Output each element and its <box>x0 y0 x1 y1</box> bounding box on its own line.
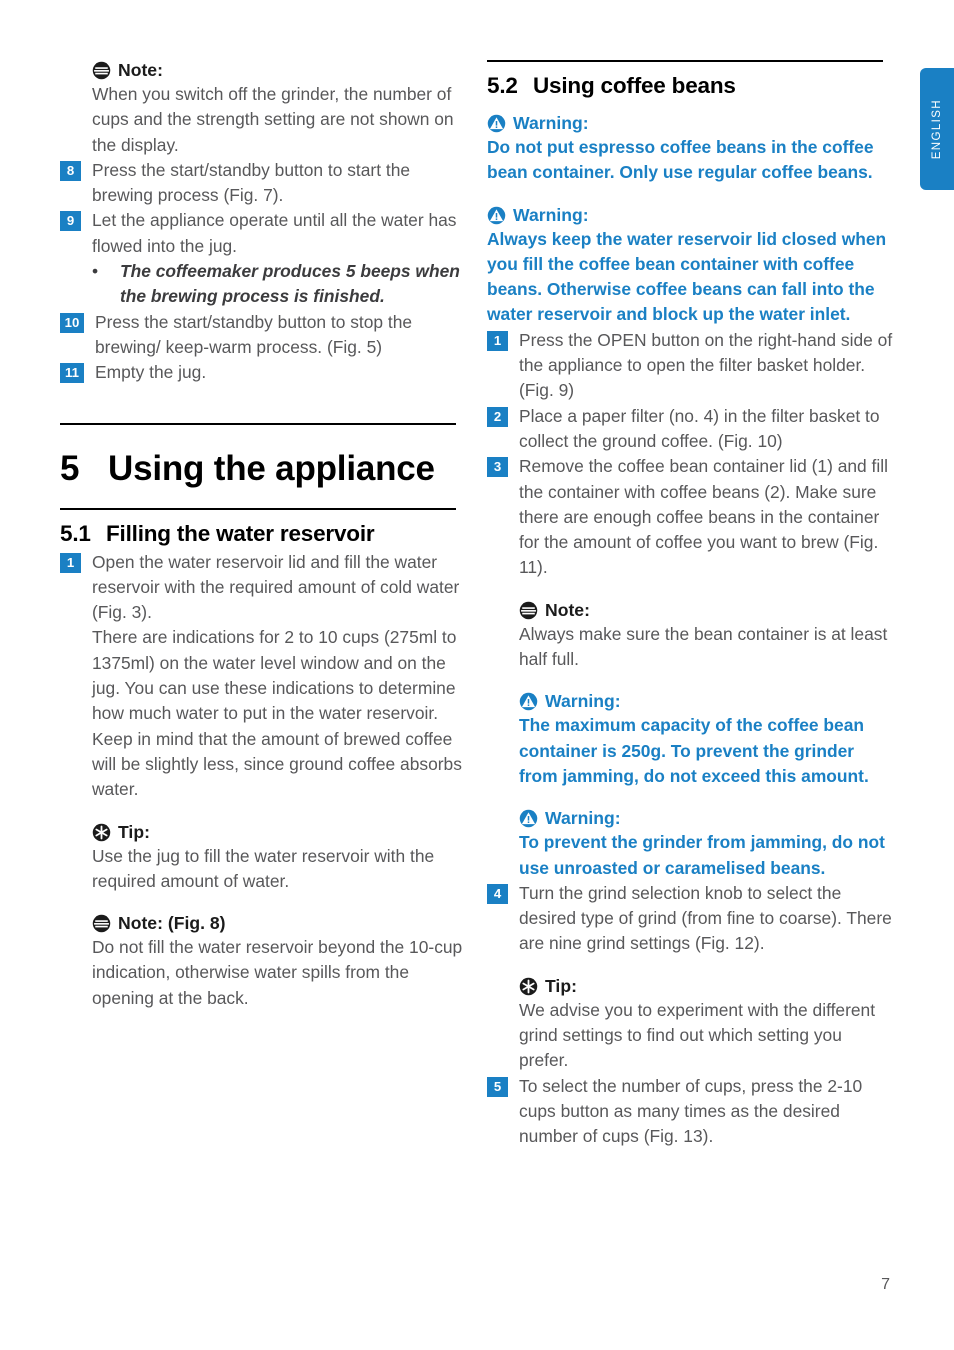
section-heading: 5.1 Filling the water reservoir <box>60 521 468 547</box>
section-title: Using coffee beans <box>533 73 736 98</box>
tip-callout-label: Tip: <box>545 975 577 996</box>
note-callout-label: Note: <box>118 60 163 80</box>
step-item: 2 Place a paper filter (no. 4) in the fi… <box>487 404 895 455</box>
step-text: Press the start/standby button to stop t… <box>95 311 413 357</box>
tip-callout-text: We advise you to experiment with the dif… <box>519 999 876 1071</box>
warning-callout-label: Warning: <box>513 113 589 133</box>
step-text: Press the start/standby button to start … <box>92 159 411 206</box>
note-callout-text: Do not fill the water reservoir beyond t… <box>92 937 463 1008</box>
step-item: 8 Press the start/standby button to star… <box>60 158 468 209</box>
chapter-number: 5 <box>60 448 80 488</box>
step-badge: 8 <box>60 160 81 181</box>
step-text: Let the appliance operate until all the … <box>92 210 457 256</box>
section-rule <box>487 60 883 62</box>
step-item: 4 Turn the grind selection knob to selec… <box>487 881 895 957</box>
warning-callout-3: Warning: The maximum capacity of the cof… <box>519 691 895 789</box>
chapter-title: Using the appliance <box>108 448 435 488</box>
step-item: 10 Press the start/standby button to sto… <box>60 310 468 361</box>
note-icon <box>92 914 111 933</box>
warning-callout-head: Warning: <box>487 205 895 226</box>
step-text: Remove the coffee bean container lid (1)… <box>519 456 888 578</box>
step-badge: 1 <box>60 552 81 573</box>
step-badge: 1 <box>487 330 508 351</box>
bullet-item: • The coffeemaker produces 5 beeps when … <box>92 259 468 310</box>
step-badge: 4 <box>487 883 508 904</box>
warning-icon <box>519 693 538 711</box>
step-text: Empty the jug. <box>95 362 207 383</box>
note-icon <box>92 61 111 80</box>
tip-callout-head: Tip: <box>519 976 895 997</box>
section-title: Filling the water reservoir <box>106 520 375 546</box>
warning-callout-4: Warning: To prevent the grinder from jam… <box>519 808 895 881</box>
language-tab: ENGLISH <box>920 68 954 190</box>
warning-callout-head: Warning: <box>487 113 895 134</box>
tip-callout-text: Use the jug to fill the water reservoir … <box>92 845 435 891</box>
right-column: 5.2 Using coffee beans Warning: Do not p… <box>487 60 895 1150</box>
bullet-text: The coffeemaker produces 5 beeps when th… <box>120 261 460 307</box>
note-callout-bottom: Note: (Fig. 8) Do not fill the water res… <box>92 913 468 1011</box>
warning-callout-text: Do not put espresso coffee beans in the … <box>487 137 874 183</box>
step-text: Turn the grind selection knob to select … <box>519 882 892 954</box>
step-text: To select the number of cups, press the … <box>519 1075 863 1147</box>
left-column: Note: When you switch off the grinder, t… <box>60 60 468 1011</box>
step-text: Open the water reservoir lid and fill th… <box>92 551 460 623</box>
step-item: 3 Remove the coffee bean container lid (… <box>487 454 895 580</box>
warning-icon <box>487 206 506 224</box>
warning-icon <box>519 809 538 828</box>
step-badge: 3 <box>487 457 508 478</box>
warning-callout-label: Warning: <box>545 691 621 712</box>
step-badge: 9 <box>60 211 81 232</box>
note-callout-text: Always make sure the bean container is a… <box>519 623 888 670</box>
section-heading: 5.2 Using coffee beans <box>487 73 895 99</box>
document-page: ENGLISH Note: When you switch off the gr… <box>0 0 954 1350</box>
step-text: Press the OPEN button on the right-hand … <box>519 329 893 401</box>
chapter-rule <box>60 422 456 425</box>
section-number: 5.2 <box>487 73 518 98</box>
section-paragraph: There are indications for 2 to 10 cups (… <box>92 627 462 800</box>
warning-callout-1: Warning: Do not put espresso coffee bean… <box>487 113 895 186</box>
chapter-heading: 5 Using the appliance <box>60 449 468 489</box>
tip-callout-head: Tip: <box>92 822 468 843</box>
tip-icon <box>92 823 111 841</box>
step-badge: 5 <box>487 1076 508 1097</box>
tip-callout: Tip: Use the jug to fill the water reser… <box>92 822 468 895</box>
language-tab-label: ENGLISH <box>931 98 943 160</box>
note-callout-head: Note: (Fig. 8) <box>92 913 468 934</box>
note-callout-text: When you switch off the grinder, the num… <box>92 84 454 155</box>
step-badge: 11 <box>60 363 84 384</box>
tip-callout: Tip: We advise you to experiment with th… <box>519 976 895 1074</box>
note-callout-head: Note: <box>519 600 895 621</box>
step-item: 11 Empty the jug. <box>60 360 468 385</box>
warning-callout-head: Warning: <box>519 808 895 829</box>
warning-callout-label: Warning: <box>513 204 589 225</box>
step-badge: 2 <box>487 406 508 427</box>
warning-callout-label: Warning: <box>545 808 621 829</box>
tip-icon <box>519 977 538 995</box>
warning-callout-text: Always keep the water reservoir lid clos… <box>487 228 887 325</box>
note-icon <box>519 601 538 619</box>
step-text: Place a paper filter (no. 4) in the filt… <box>519 405 880 451</box>
note-callout-head: Note: <box>92 60 468 81</box>
section-rule <box>60 507 456 510</box>
page-number: 7 <box>881 1276 890 1293</box>
step-item: 9 Let the appliance operate until all th… <box>60 208 468 259</box>
tip-callout-label: Tip: <box>118 821 150 842</box>
warning-callout-text: To prevent the grinder from jamming, do … <box>519 832 885 878</box>
step-item: 1 Press the OPEN button on the right-han… <box>487 328 895 404</box>
note-callout-label: Note: (Fig. 8) <box>118 913 226 934</box>
warning-callout-text: The maximum capacity of the coffee bean … <box>519 715 869 786</box>
step-item: 5 To select the number of cups, press th… <box>487 1074 895 1150</box>
warning-callout-2: Warning: Always keep the water reservoir… <box>487 205 895 328</box>
step-badge: 10 <box>60 312 84 333</box>
note-callout-top: Note: When you switch off the grinder, t… <box>92 60 468 158</box>
note-callout: Note: Always make sure the bean containe… <box>519 600 895 673</box>
warning-callout-head: Warning: <box>519 691 895 712</box>
step-item: 1 Open the water reservoir lid and fill … <box>60 550 468 626</box>
section-number: 5.1 <box>60 520 91 546</box>
bullet-marker: • <box>92 261 99 282</box>
note-callout-label: Note: <box>545 599 590 620</box>
warning-icon <box>487 114 506 133</box>
